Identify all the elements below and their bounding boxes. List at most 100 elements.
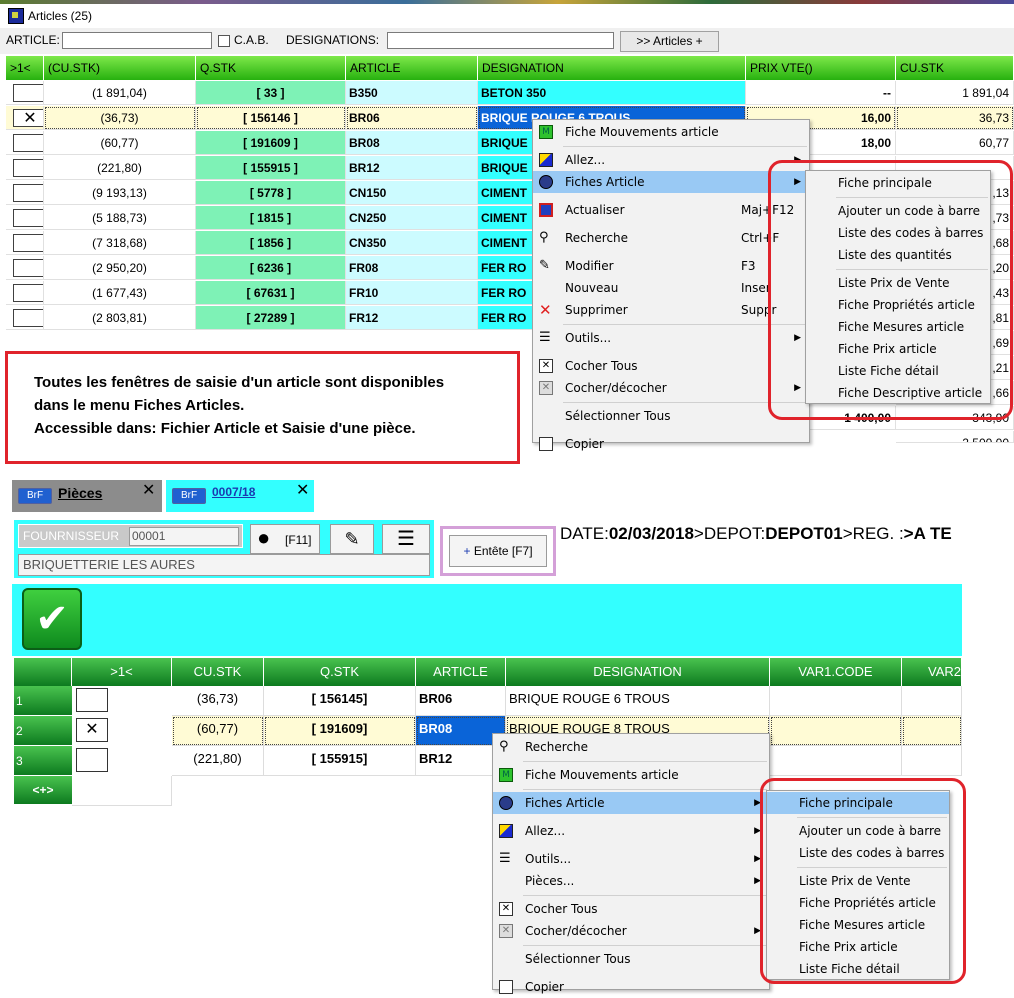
col-header-prix-vte[interactable]: PRIX VTE() <box>746 56 896 80</box>
row-select-cell[interactable] <box>6 81 44 105</box>
cell-empty[interactable] <box>902 746 962 776</box>
cell-empty[interactable] <box>902 716 962 746</box>
cell-qstk[interactable]: [ 67631 ] <box>196 281 346 305</box>
close-icon[interactable]: ✕ <box>296 480 309 500</box>
row-select-cell[interactable] <box>6 156 44 180</box>
cell-article[interactable]: BR06 <box>416 686 506 716</box>
cell-article[interactable]: BR08 <box>346 131 478 155</box>
cell-qstk[interactable]: [ 156146 ] <box>196 106 346 130</box>
col-header-article[interactable]: ARTICLE <box>346 56 478 80</box>
cell-qstk[interactable]: [ 6236 ] <box>196 256 346 280</box>
menu-item-copier[interactable]: Copier <box>493 976 769 998</box>
cell-designation[interactable]: BETON 350 <box>478 81 746 105</box>
article-input[interactable] <box>62 32 212 49</box>
col-header-cu-paren[interactable]: (CU.STK) <box>44 56 196 80</box>
row-checkbox[interactable]: ✕ <box>76 718 108 742</box>
cell-cu-paren[interactable]: (60,77) <box>44 131 196 155</box>
select-fournisseur-button[interactable]: ● [F11] <box>250 524 320 554</box>
cell-cu-paren[interactable]: (221,80) <box>44 156 196 180</box>
menu-item-pi-ces[interactable]: Pièces... ▶ <box>493 870 769 892</box>
cell-custk[interactable]: 60,77 <box>896 131 1014 155</box>
col-header-designation[interactable]: DESIGNATION <box>478 56 746 80</box>
tab-document[interactable]: BrF 0007/18 ✕ <box>166 480 314 512</box>
fournisseur-code-input[interactable]: 00001 <box>129 527 239 546</box>
menu-item-outils[interactable]: ☰ Outils... ▶ <box>493 848 769 870</box>
row-select-cell[interactable] <box>6 181 44 205</box>
row-number[interactable]: 1 <box>14 686 72 716</box>
cell-cu[interactable]: (221,80) <box>172 746 264 776</box>
cell-qstk[interactable]: [ 33 ] <box>196 81 346 105</box>
cell-qstk[interactable]: [ 155915 ] <box>196 156 346 180</box>
row-checkbox[interactable] <box>13 284 43 302</box>
cell-prix[interactable]: -- <box>746 81 896 105</box>
row-number[interactable]: 3 <box>14 746 72 776</box>
cell-qstk[interactable]: [ 27289 ] <box>196 306 346 330</box>
row-checkbox[interactable] <box>76 688 108 712</box>
cell-designation[interactable]: BRIQUE ROUGE 6 TROUS <box>506 686 770 716</box>
row-checkbox[interactable] <box>13 84 43 102</box>
col-header-cu-stk[interactable]: CU.STK <box>896 56 1014 80</box>
entete-button[interactable]: + Entête [F7] <box>449 535 547 567</box>
cell-article[interactable]: CN250 <box>346 206 478 230</box>
cell-qstk[interactable]: [ 156145] <box>264 686 416 716</box>
cell-empty[interactable] <box>770 746 902 776</box>
cell-empty[interactable] <box>902 686 962 716</box>
row-select-cell[interactable] <box>72 746 172 776</box>
row-checkbox[interactable]: ✕ <box>13 109 43 127</box>
cell-cu-paren[interactable]: (36,73) <box>44 106 196 130</box>
close-icon[interactable]: ✕ <box>142 480 155 500</box>
row-checkbox[interactable] <box>13 209 43 227</box>
menu-item-fiche-mouvements-article[interactable]: M Fiche Mouvements article <box>533 121 809 143</box>
cell-article[interactable]: CN150 <box>346 181 478 205</box>
cell-cu-paren[interactable]: (1 677,43) <box>44 281 196 305</box>
tab-pieces[interactable]: BrF Pièces ✕ <box>12 480 162 512</box>
cell-cu-paren[interactable]: (9 193,13) <box>44 181 196 205</box>
row-select-cell[interactable] <box>72 686 172 716</box>
cab-checkbox[interactable] <box>218 35 230 47</box>
cell-article[interactable]: CN350 <box>346 231 478 255</box>
cell-cu-paren[interactable]: (2 950,20) <box>44 256 196 280</box>
col-header-qstk[interactable]: Q.STK <box>264 658 416 686</box>
col-header-var1-code[interactable]: VAR1.CODE <box>770 658 902 686</box>
cell-empty[interactable] <box>770 686 902 716</box>
cell-cu-paren[interactable]: (1 891,04) <box>44 81 196 105</box>
row-select-cell[interactable] <box>6 131 44 155</box>
col-header-designation[interactable]: DESIGNATION <box>506 658 770 686</box>
row-checkbox[interactable] <box>76 748 108 772</box>
cell-qstk[interactable]: [ 191609] <box>264 716 416 746</box>
cell-qstk[interactable]: [ 155915] <box>264 746 416 776</box>
row-select-cell[interactable] <box>6 231 44 255</box>
cell-qstk[interactable]: [ 191609 ] <box>196 131 346 155</box>
col-header-article[interactable]: ARTICLE <box>416 658 506 686</box>
row-select-cell[interactable] <box>6 256 44 280</box>
cell-article[interactable]: BR12 <box>346 156 478 180</box>
cell-qstk[interactable]: [ 1856 ] <box>196 231 346 255</box>
articles-plus-button[interactable]: >> Articles + <box>620 31 719 52</box>
add-row-button[interactable]: <+> <box>14 776 72 804</box>
menu-item-s-lectionner-tous[interactable]: Sélectionner Tous <box>493 948 769 970</box>
row-select-cell[interactable] <box>6 206 44 230</box>
row-number[interactable]: 2 <box>14 716 72 746</box>
row-checkbox[interactable] <box>13 234 43 252</box>
menu-item-allez[interactable]: Allez... ▶ <box>493 820 769 842</box>
menu-button[interactable]: ☰ <box>382 524 430 554</box>
cell-qstk[interactable]: [ 1815 ] <box>196 206 346 230</box>
cell-cu-paren[interactable]: (5 188,73) <box>44 206 196 230</box>
col-header-cu-stk[interactable]: CU.STK <box>172 658 264 686</box>
cell-article[interactable]: B350 <box>346 81 478 105</box>
row-select-cell[interactable] <box>6 306 44 330</box>
cell-cu-paren[interactable]: (7 318,68) <box>44 231 196 255</box>
row-checkbox[interactable] <box>13 259 43 277</box>
cell-article[interactable]: FR08 <box>346 256 478 280</box>
designations-input[interactable] <box>387 32 614 49</box>
edit-fournisseur-button[interactable]: ✎ <box>330 524 374 554</box>
row-select-cell[interactable]: ✕ <box>6 106 44 130</box>
col-header-select[interactable]: >1< <box>6 56 44 80</box>
col-header-select[interactable]: >1< <box>72 658 172 686</box>
menu-item-copier[interactable]: Copier <box>533 433 809 455</box>
menu-item-recherche[interactable]: ⚲ Recherche <box>493 736 769 758</box>
row-checkbox[interactable] <box>13 309 43 327</box>
row-select-cell[interactable] <box>6 281 44 305</box>
row-select-cell[interactable]: ✕ <box>72 716 172 746</box>
cell-cu[interactable]: (36,73) <box>172 686 264 716</box>
